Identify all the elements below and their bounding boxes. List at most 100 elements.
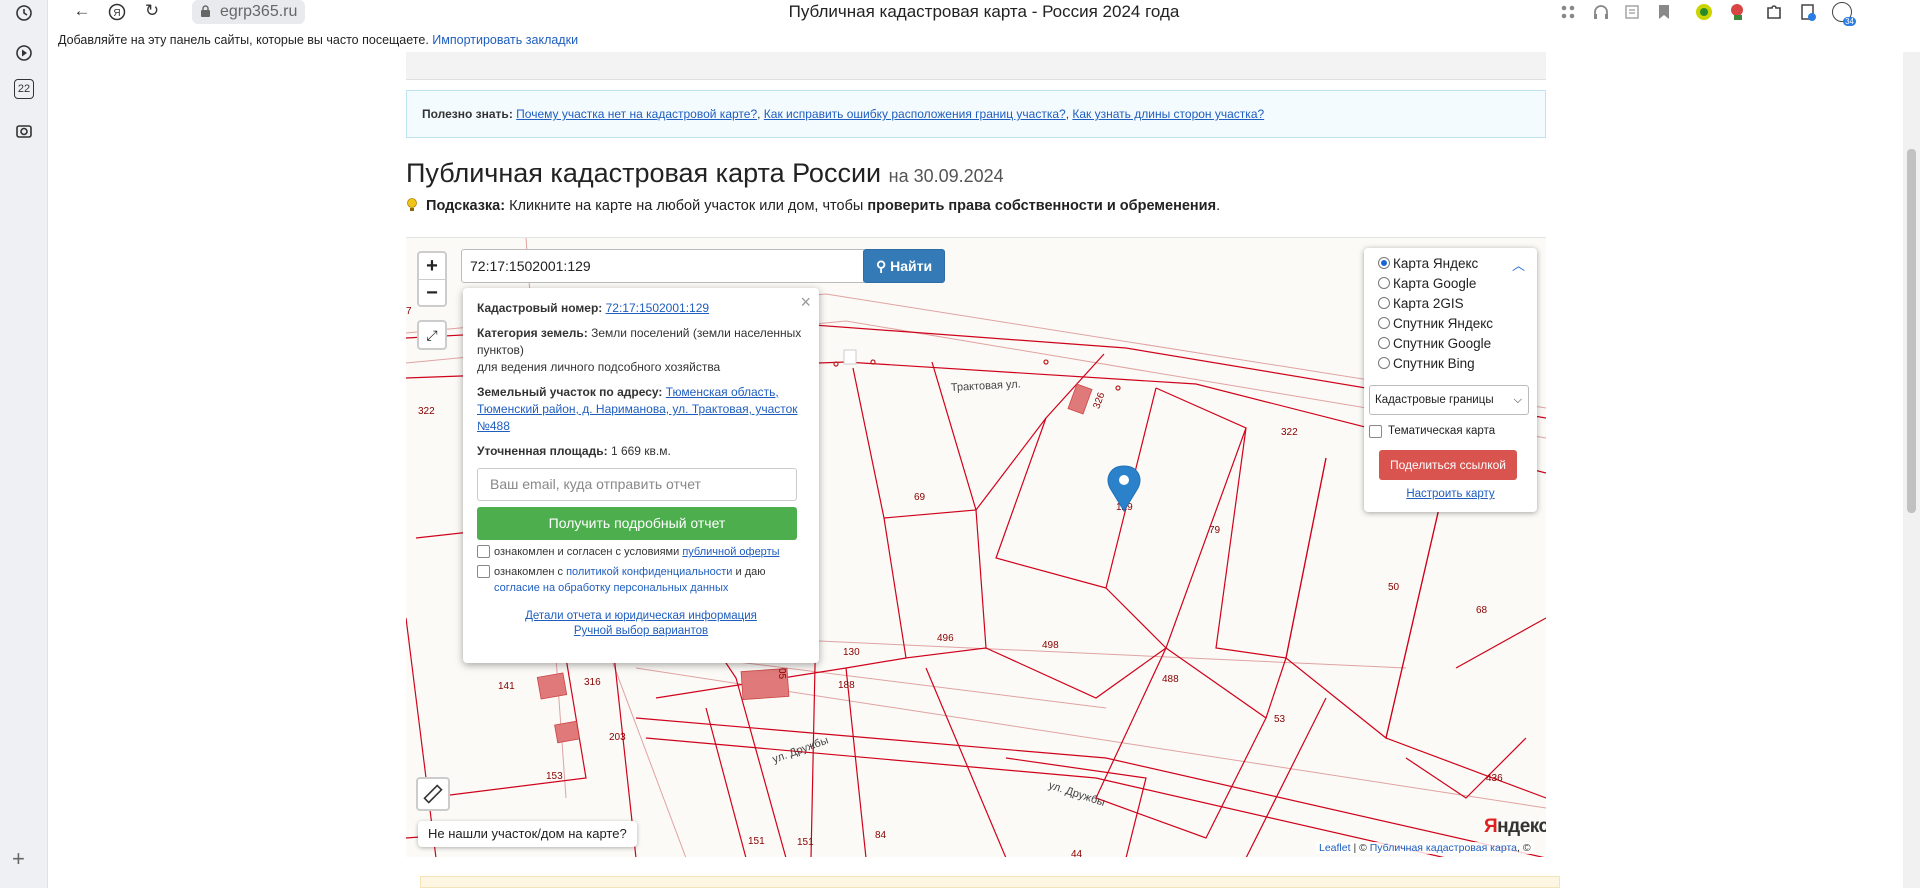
area-value: 1 669 кв.м. xyxy=(610,444,671,458)
useful-info-box: Полезно знать: Почему участка нет на кад… xyxy=(406,90,1546,138)
category-label: Категория земель: xyxy=(477,326,588,340)
basemap-option[interactable]: Карта Google xyxy=(1378,273,1537,293)
parcel-label: 68 xyxy=(1476,605,1488,616)
zoom-control: + − xyxy=(417,251,447,307)
basemap-radio[interactable] xyxy=(1378,337,1390,349)
apps-icon[interactable] xyxy=(1558,2,1578,22)
leaflet-link[interactable]: Leaflet xyxy=(1319,842,1351,854)
fullscreen-icon[interactable]: ⤢ xyxy=(417,320,447,350)
parcel-label: 496 xyxy=(937,633,954,644)
reader-icon[interactable] xyxy=(1622,2,1642,22)
boundary-layer-value: Кадастровые границы xyxy=(1375,394,1494,406)
zoom-in-button[interactable]: + xyxy=(419,253,445,279)
zoom-out-button[interactable]: − xyxy=(419,279,445,305)
info-link-missing-parcel[interactable]: Почему участка нет на кадастровой карте? xyxy=(516,107,757,121)
street-label: ул. Дружбы xyxy=(1047,779,1106,809)
consent-privacy-row: ознакомлен с политикой конфиденциальност… xyxy=(477,564,805,596)
close-icon[interactable]: × xyxy=(800,292,811,313)
share-link-button[interactable]: Поделиться ссылкой xyxy=(1379,450,1517,480)
download-icon[interactable]: 34 xyxy=(1832,2,1856,26)
chevron-down-icon: ⌵ xyxy=(1513,394,1522,406)
cad-number-link[interactable]: 72:17:1502001:129 xyxy=(606,301,709,315)
parcel-label: 151 xyxy=(797,837,814,848)
parcel-label: 53 xyxy=(1274,714,1286,725)
basemap-radio[interactable] xyxy=(1378,257,1390,269)
basemap-radio[interactable] xyxy=(1378,277,1390,289)
browser-sidebar: 22 + xyxy=(0,0,48,888)
import-bookmarks-link[interactable]: Импортировать закладки xyxy=(432,33,578,47)
configure-map-link[interactable]: Настроить карту xyxy=(1364,488,1537,500)
consent-privacy-text: ознакомлен с xyxy=(494,566,564,578)
yandex-logo: Яндекс xyxy=(1484,816,1546,838)
page-header-strip xyxy=(406,52,1546,80)
bookmarks-hint: Добавляйте на эту панель сайты, которые … xyxy=(58,33,429,47)
thematic-map-row: Тематическая карта xyxy=(1369,424,1537,438)
parcel-label: 153 xyxy=(546,771,563,782)
parcel-label: 488 xyxy=(1162,674,1179,685)
map-image-placeholder xyxy=(843,349,857,365)
parcel-label: 436 xyxy=(1486,773,1503,784)
extension-puzzle-icon[interactable] xyxy=(1764,2,1784,22)
basemap-radio[interactable] xyxy=(1378,297,1390,309)
area-label: Уточненная площадь: xyxy=(477,444,608,458)
extension-red-icon[interactable] xyxy=(1728,2,1748,22)
parcel-label: 498 xyxy=(1042,640,1059,651)
scrollbar-thumb[interactable] xyxy=(1907,149,1916,513)
basemap-option[interactable]: Спутник Bing xyxy=(1378,353,1537,373)
history-icon[interactable] xyxy=(11,0,37,26)
privacy-policy-link[interactable]: политикой конфиденциальности xyxy=(566,566,732,578)
report-details-link[interactable]: Детали отчета и юридическая информация xyxy=(477,610,805,622)
consent-offer-checkbox[interactable] xyxy=(477,545,490,558)
boundary-layer-select[interactable]: Кадастровые границы ⌵ xyxy=(1369,385,1529,415)
email-field[interactable]: Ваш email, куда отправить отчет xyxy=(477,468,797,501)
parcel-label: 188 xyxy=(838,680,855,691)
parcel-label: 203 xyxy=(609,732,626,743)
hint-bold: проверить права собственности и обремене… xyxy=(867,198,1217,214)
add-panel-icon[interactable]: + xyxy=(12,846,25,872)
parcel-info-popup: × Кадастровый номер: 72:17:1502001:129 К… xyxy=(463,288,819,663)
extension-doc-icon[interactable] xyxy=(1798,2,1818,22)
thematic-map-checkbox[interactable] xyxy=(1369,425,1382,438)
public-offer-link[interactable]: публичной оферты xyxy=(682,546,779,558)
map-marker-icon[interactable] xyxy=(1107,465,1141,512)
consent-privacy-checkbox[interactable] xyxy=(477,565,490,578)
info-link-side-lengths[interactable]: Как узнать длины сторон участка? xyxy=(1072,107,1264,121)
basemap-option-label: Карта Google xyxy=(1393,275,1477,291)
ruler-button[interactable] xyxy=(416,777,450,811)
parcel-label: 130 xyxy=(843,647,860,658)
basemap-radio[interactable] xyxy=(1378,357,1390,369)
cadastral-search-input[interactable]: 72:17:1502001:129 xyxy=(461,249,866,283)
page-scrollbar[interactable] xyxy=(1903,52,1920,888)
street-label: Трактовая ул. xyxy=(951,378,1021,394)
get-report-button[interactable]: Получить подробный отчет xyxy=(477,507,797,540)
parcel-label: 69 xyxy=(914,492,926,503)
basemap-option[interactable]: Спутник Яндекс xyxy=(1378,313,1537,333)
screenshot-icon[interactable] xyxy=(11,118,37,144)
play-icon[interactable] xyxy=(11,40,37,66)
headphones-icon[interactable] xyxy=(1591,2,1611,22)
hint-end: . xyxy=(1216,198,1221,214)
collapse-chevron-icon[interactable]: ︿ xyxy=(1512,255,1525,274)
manual-selection-link[interactable]: Ручной выбор вариантов xyxy=(477,625,805,637)
yandex-logo-rest: ндекс xyxy=(1497,816,1546,837)
calendar-icon[interactable]: 22 xyxy=(14,79,34,99)
yandex-logo-y: Я xyxy=(1484,816,1498,837)
parcel-label: 7 xyxy=(406,306,412,317)
layers-panel: ︿ Карта Яндекс Карта Google Карта 2GIS Спут… xyxy=(1364,248,1537,512)
pkk-link[interactable]: Публичная кадастровая карта xyxy=(1370,842,1517,854)
basemap-radio[interactable] xyxy=(1378,317,1390,329)
hint-text: Кликните на карте на любой участок или д… xyxy=(509,198,864,214)
bookmark-icon[interactable] xyxy=(1654,2,1674,22)
search-button[interactable]: ⚲ Найти xyxy=(863,249,945,283)
personal-data-consent-link[interactable]: согласие на обработку персональных данны… xyxy=(494,582,728,594)
not-found-button[interactable]: Не нашли участок/дом на карте? xyxy=(418,821,637,847)
parcel-label: 84 xyxy=(875,830,887,841)
basemap-option[interactable]: Карта 2GIS xyxy=(1378,293,1537,313)
info-link-fix-boundary[interactable]: Как исправить ошибку расположения границ… xyxy=(764,107,1066,121)
ruler-icon xyxy=(423,784,443,804)
basemap-option[interactable]: Спутник Google xyxy=(1378,333,1537,353)
extension-green-icon[interactable] xyxy=(1694,2,1714,22)
cadastral-map[interactable]: Трактовая ул. ул. Дружбы ул. Дружбы 322 … xyxy=(406,237,1546,857)
search-button-label: Найти xyxy=(890,258,933,274)
category-use: для ведения личного подсобного хозяйства xyxy=(477,360,721,374)
